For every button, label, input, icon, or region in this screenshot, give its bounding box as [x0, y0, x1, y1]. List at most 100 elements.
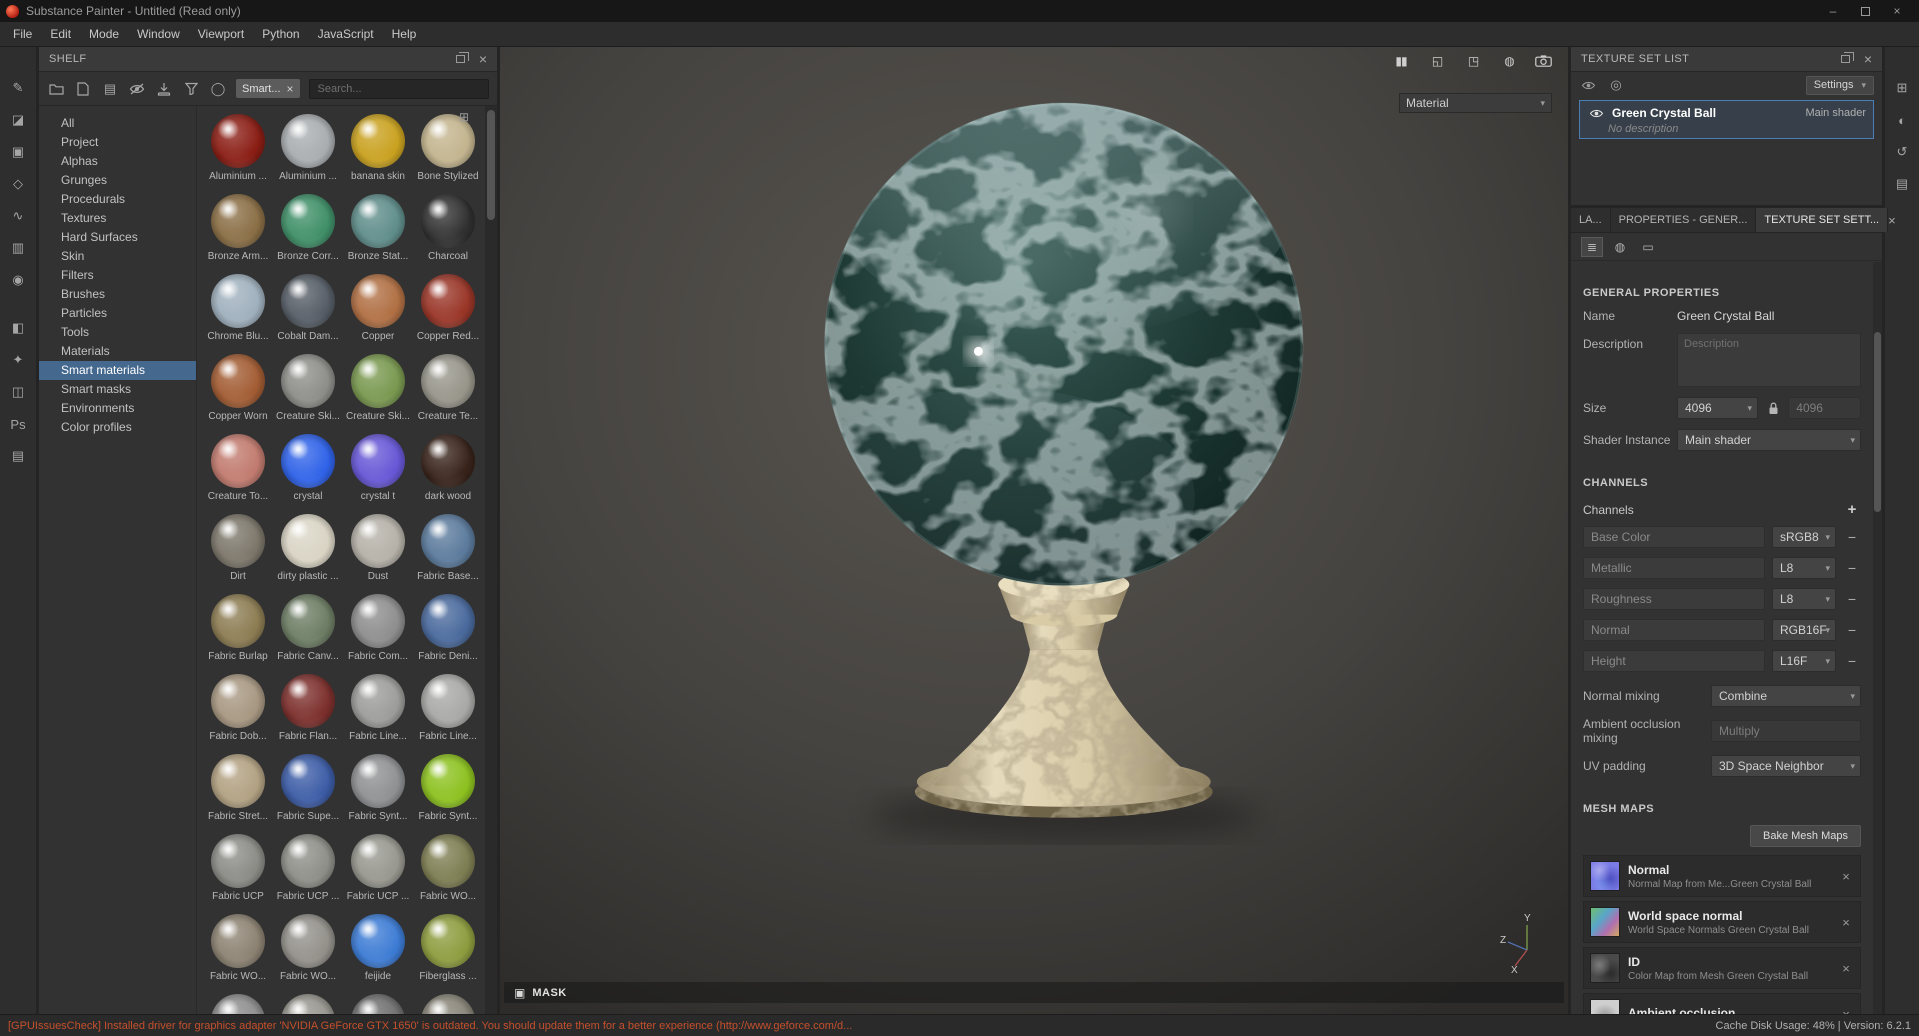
- menu-window[interactable]: Window: [128, 22, 189, 46]
- material-item[interactable]: Creature Te...: [415, 354, 481, 422]
- channel-format-select[interactable]: L8 ▾: [1772, 557, 1836, 579]
- menu-help[interactable]: Help: [383, 22, 426, 46]
- eye-icon[interactable]: [1587, 104, 1605, 122]
- paint-tool-icon[interactable]: ✎: [6, 77, 30, 99]
- shelf-category-procedurals[interactable]: Procedurals: [39, 190, 196, 209]
- menu-edit[interactable]: Edit: [41, 22, 80, 46]
- material-item[interactable]: Fabric WO...: [205, 914, 271, 982]
- display-settings-icon[interactable]: ⊞: [1890, 77, 1914, 99]
- material-item[interactable]: feijide: [345, 914, 411, 982]
- log-icon[interactable]: ▤: [1890, 173, 1914, 195]
- shelf-search-input[interactable]: [308, 78, 489, 99]
- float-panel-icon[interactable]: [455, 52, 469, 63]
- shelf-category-skin[interactable]: Skin: [39, 247, 196, 266]
- material-item[interactable]: Creature Ski...: [275, 354, 341, 422]
- shelf-category-materials[interactable]: Materials: [39, 342, 196, 361]
- close-panel-icon[interactable]: ×: [479, 52, 487, 66]
- channel-format-select[interactable]: L16F ▾: [1772, 650, 1836, 672]
- material-item[interactable]: Copper Worn: [205, 354, 271, 422]
- import-resources-icon[interactable]: [155, 80, 173, 98]
- camera-icon[interactable]: [1534, 53, 1552, 69]
- menu-mode[interactable]: Mode: [80, 22, 128, 46]
- split-view-icon[interactable]: ◱: [1428, 53, 1446, 69]
- material-item[interactable]: Fabric Burlap: [205, 594, 271, 662]
- material-item[interactable]: [205, 994, 271, 1014]
- material-item[interactable]: Dirt: [205, 514, 271, 582]
- mesh-map-item[interactable]: ID Color Map from Mesh Green Crystal Ball…: [1583, 947, 1861, 989]
- lock-ratio-icon[interactable]: [1764, 398, 1782, 418]
- material-item[interactable]: Bronze Stat...: [345, 194, 411, 262]
- description-field[interactable]: [1677, 333, 1861, 387]
- shelf-category-smart-masks[interactable]: Smart masks: [39, 380, 196, 399]
- uv-tool-icon[interactable]: ◫: [6, 381, 30, 403]
- shelf-category-tools[interactable]: Tools: [39, 323, 196, 342]
- channel-name-field[interactable]: Normal: [1583, 619, 1765, 641]
- remove-channel-button[interactable]: −: [1843, 622, 1861, 638]
- float-panel-icon[interactable]: [1840, 52, 1854, 63]
- mask-bar[interactable]: ▣ MASK: [504, 982, 1564, 1003]
- channel-name-field[interactable]: Roughness: [1583, 588, 1765, 610]
- menu-python[interactable]: Python: [253, 22, 308, 46]
- channel-format-select[interactable]: sRGB8 ▾: [1772, 526, 1836, 548]
- menu-file[interactable]: File: [4, 22, 41, 46]
- material-item[interactable]: Fabric Deni...: [415, 594, 481, 662]
- symmetry-tool-icon[interactable]: ✦: [6, 349, 30, 371]
- minimize-button[interactable]: –: [1817, 0, 1849, 22]
- channels-subtab-icon[interactable]: ◍: [1609, 237, 1631, 257]
- view-material-icon[interactable]: ◍: [1500, 53, 1518, 69]
- shelf-category-hard-surfaces[interactable]: Hard Surfaces: [39, 228, 196, 247]
- material-item[interactable]: Fabric UCP ...: [275, 834, 341, 902]
- remove-filter-icon[interactable]: ×: [287, 83, 294, 95]
- texture-set-settings-button[interactable]: Settings ▾: [1805, 75, 1874, 95]
- material-item[interactable]: Fabric UCP ...: [345, 834, 411, 902]
- mesh-map-item[interactable]: Normal Normal Map from Me...Green Crystal…: [1583, 855, 1861, 897]
- tab-la[interactable]: LA...: [1571, 208, 1611, 232]
- material-item[interactable]: dirty plastic ...: [275, 514, 341, 582]
- material-item[interactable]: Aluminium ...: [275, 114, 341, 182]
- material-item[interactable]: Fabric Canv...: [275, 594, 341, 662]
- mesh-map-item[interactable]: Ambient occlusion ×: [1583, 993, 1861, 1014]
- clear-mesh-map-icon[interactable]: ×: [1838, 961, 1854, 976]
- shading-mode-select[interactable]: Material ▾: [1399, 93, 1552, 113]
- material-item[interactable]: Fabric Synt...: [415, 754, 481, 822]
- channel-name-field[interactable]: Height: [1583, 650, 1765, 672]
- shelf-category-particles[interactable]: Particles: [39, 304, 196, 323]
- material-item[interactable]: crystal t: [345, 434, 411, 502]
- shelf-category-alphas[interactable]: Alphas: [39, 152, 196, 171]
- bake-mesh-maps-button[interactable]: Bake Mesh Maps: [1750, 825, 1861, 847]
- resources-icon[interactable]: ▤: [6, 445, 30, 467]
- filter-loop-icon[interactable]: ◯: [209, 80, 227, 98]
- mesh-map-item[interactable]: World space normal World Space Normals Gr…: [1583, 901, 1861, 943]
- list-view-icon[interactable]: ▤: [101, 80, 119, 98]
- view-3d-icon[interactable]: ◳: [1464, 53, 1482, 69]
- shelf-category-grunges[interactable]: Grunges: [39, 171, 196, 190]
- remove-channel-button[interactable]: −: [1843, 529, 1861, 545]
- normal-mixing-select[interactable]: Combine ▾: [1711, 685, 1861, 707]
- photoshop-export-icon[interactable]: Ps: [6, 413, 30, 435]
- material-item[interactable]: Charcoal: [415, 194, 481, 262]
- material-item[interactable]: Chrome Blu...: [205, 274, 271, 342]
- viewport-3d[interactable]: ▮▮ ◱ ◳ ◍ Material ▾ ▣ MASK Y Z X: [500, 47, 1568, 1014]
- material-item[interactable]: Fabric Flan...: [275, 674, 341, 742]
- shelf-category-smart-materials[interactable]: Smart materials: [39, 361, 196, 380]
- filter-funnel-icon[interactable]: [182, 80, 200, 98]
- shelf-category-textures[interactable]: Textures: [39, 209, 196, 228]
- remove-channel-button[interactable]: −: [1843, 560, 1861, 576]
- properties-scrollbar-thumb[interactable]: [1874, 332, 1881, 512]
- projection-tool-icon[interactable]: ▣: [6, 141, 30, 163]
- folder-icon[interactable]: [47, 80, 65, 98]
- material-item[interactable]: Bone Stylized: [415, 114, 481, 182]
- material-item[interactable]: Fiberglass ...: [415, 914, 481, 982]
- hidden-resources-icon[interactable]: [128, 80, 146, 98]
- eraser-tool-icon[interactable]: ◪: [6, 109, 30, 131]
- material-item[interactable]: [415, 994, 481, 1014]
- shelf-scrollbar-thumb[interactable]: [487, 110, 495, 220]
- shelf-category-filters[interactable]: Filters: [39, 266, 196, 285]
- axis-gizmo[interactable]: Y Z X: [1500, 912, 1546, 974]
- visibility-filter-icon[interactable]: [1579, 76, 1597, 94]
- history-icon[interactable]: ↺: [1890, 141, 1914, 163]
- material-item[interactable]: Fabric Synt...: [345, 754, 411, 822]
- material-item[interactable]: Fabric Com...: [345, 594, 411, 662]
- remove-channel-button[interactable]: −: [1843, 653, 1861, 669]
- material-item[interactable]: Bronze Corr...: [275, 194, 341, 262]
